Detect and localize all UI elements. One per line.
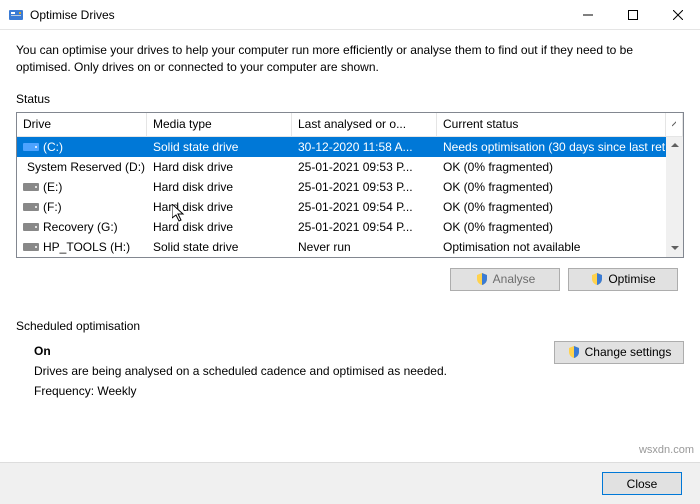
drive-cell: HP_TOOLS (H:) (17, 240, 147, 254)
status-cell: Optimisation not available (437, 240, 683, 254)
scroll-up-icon[interactable] (666, 137, 683, 154)
table-row[interactable]: System Reserved (D:)Hard disk drive25-01… (17, 157, 683, 177)
media-cell: Hard disk drive (147, 200, 292, 214)
status-cell: OK (0% fragmented) (437, 180, 683, 194)
column-scroll-header (666, 113, 683, 136)
change-settings-label: Change settings (585, 345, 672, 359)
analyse-label: Analyse (493, 272, 536, 286)
minimize-button[interactable] (565, 0, 610, 29)
status-cell: Needs optimisation (30 days since last r… (437, 140, 683, 154)
media-cell: Hard disk drive (147, 220, 292, 234)
description-text: You can optimise your drives to help you… (16, 42, 684, 76)
status-cell: OK (0% fragmented) (437, 160, 683, 174)
close-window-button[interactable] (655, 0, 700, 29)
drive-name: (E:) (43, 180, 62, 194)
drive-name: (F:) (43, 200, 62, 214)
scheduled-desc: Drives are being analysed on a scheduled… (34, 361, 554, 381)
drive-icon (23, 141, 39, 153)
analyse-button[interactable]: Analyse (450, 268, 560, 291)
table-row[interactable]: Recovery (G:) Hard disk drive25-01-2021 0… (17, 217, 683, 237)
drive-icon (23, 201, 39, 213)
scheduled-label: Scheduled optimisation (16, 319, 684, 333)
media-cell: Solid state drive (147, 140, 292, 154)
drive-icon (23, 241, 39, 253)
change-settings-button[interactable]: Change settings (554, 341, 684, 364)
drive-icon (23, 221, 39, 233)
last-analysed-cell: Never run (292, 240, 437, 254)
drive-icon (23, 181, 39, 193)
drive-name: (C:) (43, 140, 63, 154)
titlebar: Optimise Drives (0, 0, 700, 30)
column-drive[interactable]: Drive (17, 113, 147, 136)
status-cell: OK (0% fragmented) (437, 220, 683, 234)
drive-name: HP_TOOLS (H:) (43, 240, 130, 254)
last-analysed-cell: 30-12-2020 11:58 A... (292, 140, 437, 154)
drive-cell: (C:) (17, 140, 147, 154)
last-analysed-cell: 25-01-2021 09:53 P... (292, 180, 437, 194)
shield-icon (567, 345, 581, 359)
table-header: Drive Media type Last analysed or o... C… (17, 113, 683, 137)
table-scrollbar[interactable] (666, 137, 683, 257)
scheduled-frequency: Frequency: Weekly (34, 381, 554, 401)
scroll-down-icon[interactable] (666, 240, 683, 257)
last-analysed-cell: 25-01-2021 09:53 P... (292, 160, 437, 174)
media-cell: Solid state drive (147, 240, 292, 254)
maximize-button[interactable] (610, 0, 655, 29)
table-row[interactable]: (C:) Solid state drive30-12-2020 11:58 A.… (17, 137, 683, 157)
optimise-button[interactable]: Optimise (568, 268, 678, 291)
shield-icon (475, 272, 489, 286)
window-title: Optimise Drives (30, 8, 565, 22)
drives-table: Drive Media type Last analysed or o... C… (16, 112, 684, 258)
status-label: Status (16, 92, 684, 106)
drive-cell: Recovery (G:) (17, 220, 147, 234)
drive-cell: (F:) (17, 200, 147, 214)
bottom-bar: Close (0, 462, 700, 504)
watermark: wsxdn.com (639, 444, 694, 456)
column-last-analysed[interactable]: Last analysed or o... (292, 113, 437, 136)
media-cell: Hard disk drive (147, 160, 292, 174)
table-row[interactable]: HP_TOOLS (H:) Solid state driveNever runO… (17, 237, 683, 257)
column-current-status[interactable]: Current status (437, 113, 666, 136)
table-row[interactable]: (F:) Hard disk drive25-01-2021 09:54 P...… (17, 197, 683, 217)
drive-name: Recovery (G:) (43, 220, 118, 234)
drive-name: System Reserved (D:) (27, 160, 145, 174)
drive-cell: System Reserved (D:) (17, 160, 147, 174)
last-analysed-cell: 25-01-2021 09:54 P... (292, 220, 437, 234)
table-row[interactable]: (E:) Hard disk drive25-01-2021 09:53 P...… (17, 177, 683, 197)
media-cell: Hard disk drive (147, 180, 292, 194)
optimise-label: Optimise (608, 272, 655, 286)
drive-cell: (E:) (17, 180, 147, 194)
last-analysed-cell: 25-01-2021 09:54 P... (292, 200, 437, 214)
close-label: Close (627, 477, 658, 491)
shield-icon (590, 272, 604, 286)
app-icon (8, 7, 24, 23)
scheduled-state: On (34, 341, 554, 361)
column-media[interactable]: Media type (147, 113, 292, 136)
status-cell: OK (0% fragmented) (437, 200, 683, 214)
close-button[interactable]: Close (602, 472, 682, 495)
